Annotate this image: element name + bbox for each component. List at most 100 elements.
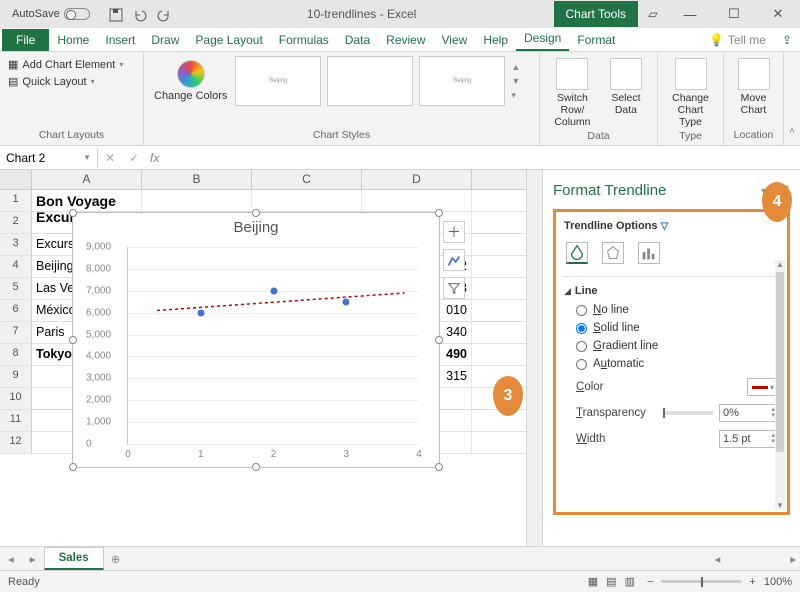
cell[interactable]: [252, 190, 362, 211]
tab-home[interactable]: Home: [49, 29, 97, 51]
zoom-in-button[interactable]: +: [749, 576, 755, 588]
chart-title[interactable]: Beijing: [73, 213, 439, 242]
fill-line-tab-icon[interactable]: [566, 242, 588, 264]
resize-handle-icon[interactable]: [435, 463, 443, 471]
sheet-nav-prev[interactable]: ◂: [0, 552, 22, 566]
minimize-button[interactable]: —: [668, 2, 712, 27]
fx-icon[interactable]: fx: [146, 151, 163, 165]
zoom-slider[interactable]: [661, 580, 741, 583]
row-header[interactable]: 12: [0, 432, 32, 453]
tab-data[interactable]: Data: [337, 29, 378, 51]
options-tab-icon[interactable]: [638, 242, 660, 264]
add-sheet-button[interactable]: ⊕: [104, 552, 128, 566]
row-header[interactable]: 7: [0, 322, 32, 343]
restore-button[interactable]: ☐: [712, 1, 756, 27]
normal-view-icon[interactable]: ▦: [588, 575, 598, 588]
sheet-tab-sales[interactable]: Sales: [44, 547, 104, 570]
row-header[interactable]: 11: [0, 410, 32, 431]
horizontal-scrollbar[interactable]: ◂▸: [128, 552, 800, 566]
change-colors[interactable]: Change Colors: [152, 58, 229, 104]
zoom-level[interactable]: 100%: [764, 576, 792, 588]
data-point[interactable]: [343, 298, 350, 305]
opt-solid-line[interactable]: Solid line: [564, 319, 779, 337]
style-thumb[interactable]: [327, 56, 413, 106]
chart-styles-gallery[interactable]: Beijing Beijing ▲ ▼ ▾: [235, 56, 520, 106]
transparency-input[interactable]: 0%▴▾: [719, 404, 779, 422]
page-break-view-icon[interactable]: ▥: [625, 575, 635, 588]
select-data[interactable]: Select Data: [603, 56, 649, 130]
redo-icon[interactable]: [156, 7, 170, 21]
effects-tab-icon[interactable]: [602, 242, 624, 264]
tab-page-layout[interactable]: Page Layout: [187, 29, 270, 51]
resize-handle-icon[interactable]: [69, 209, 77, 217]
select-all-button[interactable]: [0, 170, 32, 189]
resize-handle-icon[interactable]: [252, 209, 260, 217]
cell[interactable]: [142, 190, 252, 211]
chart-filter-button[interactable]: [443, 277, 465, 299]
autosave-toggle[interactable]: AutoSave: [8, 7, 94, 21]
vertical-scrollbar[interactable]: [526, 170, 542, 546]
style-thumb[interactable]: Beijing: [419, 56, 505, 106]
close-button[interactable]: ✕: [756, 1, 800, 27]
name-box[interactable]: Chart 2▼: [0, 149, 98, 167]
quick-layout[interactable]: ▤Quick Layout▾: [8, 73, 135, 90]
row-header[interactable]: 4: [0, 256, 32, 277]
ribbon-options-icon[interactable]: ▱: [638, 7, 668, 21]
column-header[interactable]: C: [252, 170, 362, 189]
row-header[interactable]: 6: [0, 300, 32, 321]
section-line[interactable]: ◢Line: [564, 281, 779, 301]
data-point[interactable]: [197, 309, 204, 316]
chart-elements-button[interactable]: ＋: [443, 221, 465, 243]
embedded-chart[interactable]: Beijing 01,0002,0003,0004,0005,0006,0007…: [72, 212, 440, 468]
tell-me[interactable]: 💡Tell me: [701, 29, 774, 51]
pane-scrollbar[interactable]: ▲ ▼: [775, 260, 785, 510]
tab-view[interactable]: View: [434, 29, 476, 51]
resize-handle-icon[interactable]: [435, 336, 443, 344]
gallery-more-icon[interactable]: ▾: [511, 90, 520, 101]
row-header[interactable]: 8: [0, 344, 32, 365]
resize-handle-icon[interactable]: [69, 463, 77, 471]
width-input[interactable]: 1.5 pt▴▾: [719, 430, 779, 448]
cell[interactable]: [362, 190, 472, 211]
pane-subhead[interactable]: Trendline Options ▽: [564, 218, 779, 240]
transparency-slider[interactable]: [663, 411, 713, 415]
tab-design[interactable]: Design: [516, 27, 569, 51]
row-header[interactable]: 9: [0, 366, 32, 387]
collapse-ribbon-icon[interactable]: ˄: [784, 52, 800, 145]
enter-formula-icon[interactable]: ✓: [122, 151, 146, 165]
tab-review[interactable]: Review: [378, 29, 433, 51]
column-header[interactable]: B: [142, 170, 252, 189]
resize-handle-icon[interactable]: [252, 463, 260, 471]
switch-row-column[interactable]: Switch Row/ Column: [548, 56, 597, 130]
tab-formulas[interactable]: Formulas: [271, 29, 337, 51]
row-header[interactable]: 3: [0, 234, 32, 255]
tab-file[interactable]: File: [2, 29, 49, 51]
style-thumb[interactable]: Beijing: [235, 56, 321, 106]
add-chart-element[interactable]: ▦Add Chart Element▾: [8, 56, 135, 73]
gallery-up-icon[interactable]: ▲: [511, 62, 520, 72]
chart-styles-button[interactable]: [443, 249, 465, 271]
row-header[interactable]: 5: [0, 278, 32, 299]
row-header[interactable]: 1: [0, 190, 32, 211]
tab-format[interactable]: Format: [569, 29, 623, 51]
opt-no-line[interactable]: No line: [564, 301, 779, 319]
worksheet-grid[interactable]: A B C D 1Bon Voyage Excursions23Excurs4B…: [0, 170, 526, 546]
page-layout-view-icon[interactable]: ▤: [606, 575, 616, 588]
resize-handle-icon[interactable]: [435, 209, 443, 217]
column-header[interactable]: D: [362, 170, 472, 189]
tab-help[interactable]: Help: [475, 29, 516, 51]
save-icon[interactable]: [108, 7, 122, 21]
cancel-formula-icon[interactable]: ✕: [98, 151, 122, 165]
row-header[interactable]: 2: [0, 212, 32, 233]
zoom-out-button[interactable]: −: [647, 576, 653, 588]
tab-draw[interactable]: Draw: [143, 29, 187, 51]
change-chart-type[interactable]: Change Chart Type: [666, 56, 715, 130]
cell[interactable]: Bon Voyage Excursions: [32, 190, 142, 211]
sheet-nav-next[interactable]: ▸: [22, 552, 44, 566]
move-chart[interactable]: Move Chart: [732, 56, 775, 118]
row-header[interactable]: 10: [0, 388, 32, 409]
undo-icon[interactable]: [132, 7, 146, 21]
opt-automatic[interactable]: Automatic: [564, 355, 779, 373]
resize-handle-icon[interactable]: [69, 336, 77, 344]
gallery-down-icon[interactable]: ▼: [511, 76, 520, 86]
